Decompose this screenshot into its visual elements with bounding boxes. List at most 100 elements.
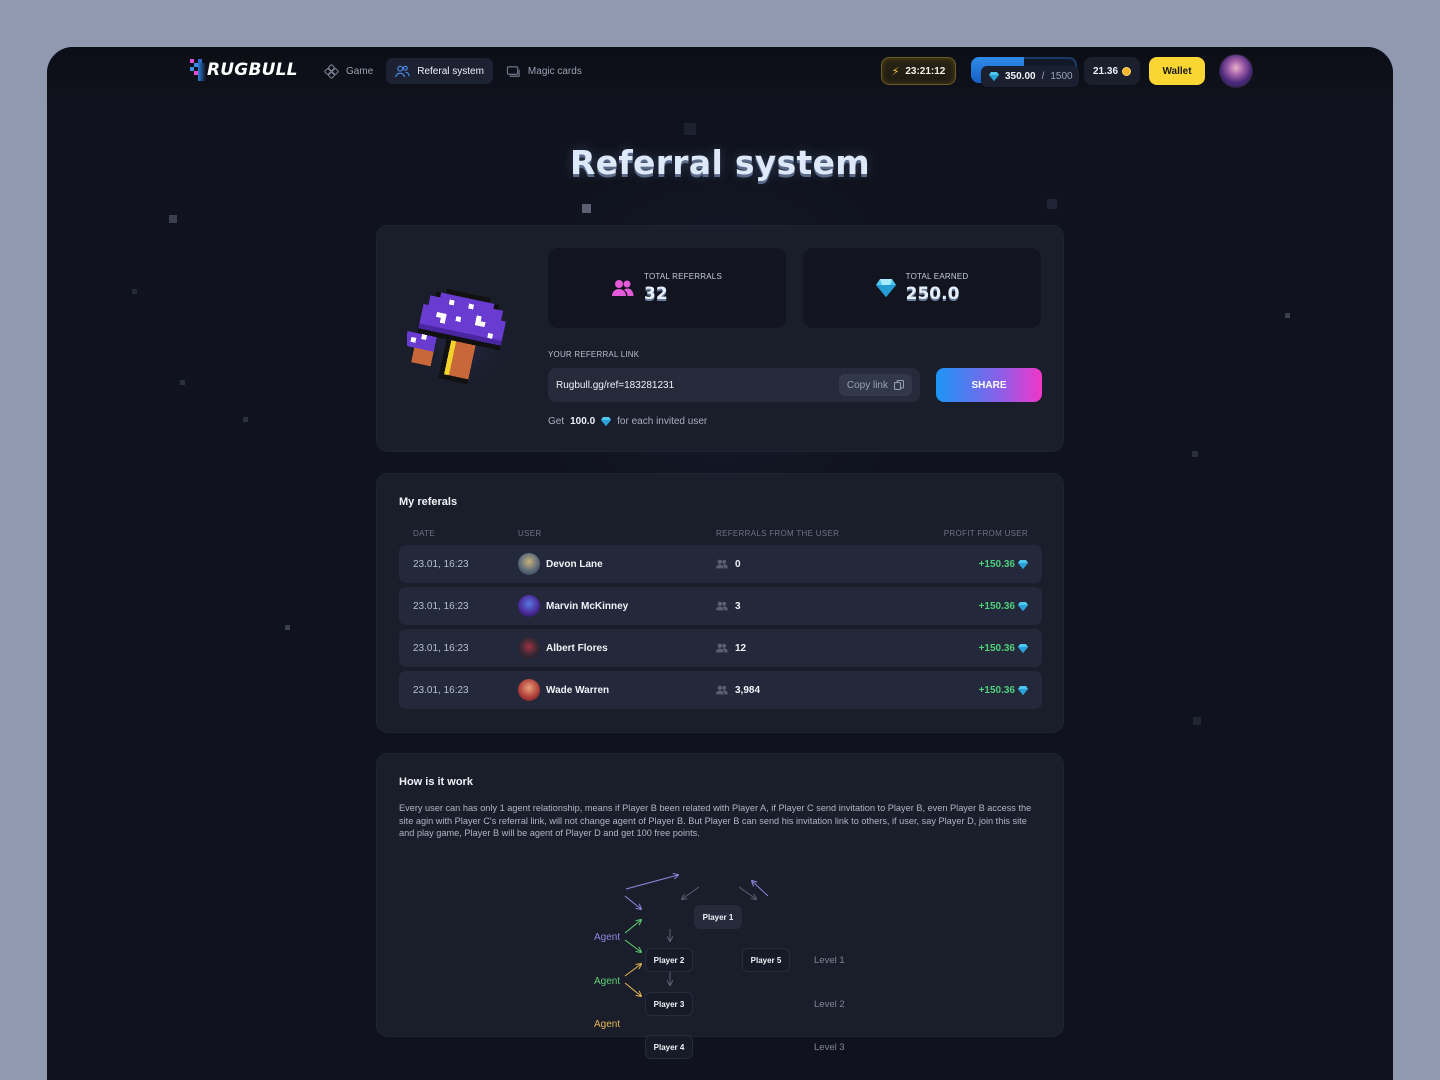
xp-progress: 350.00 / 1500: [971, 57, 1079, 87]
table-row[interactable]: 23.01, 16:23 Devon Lane 0 +150.36: [399, 545, 1042, 583]
total-referrals-stat: TOTAL REFERRALS 32: [548, 248, 786, 328]
wallet-button[interactable]: Wallet: [1149, 57, 1205, 85]
avatar: [518, 637, 540, 659]
mushroom-illustration: [407, 288, 517, 392]
row-user: Devon Lane: [518, 545, 603, 583]
reward-info: Get 100.0 for each invited user: [548, 416, 707, 427]
users-icon: [716, 559, 728, 569]
pixel-particle: [180, 380, 185, 385]
nav-item-game[interactable]: Game: [315, 58, 382, 84]
table-row[interactable]: 23.01, 16:23 Marvin McKinney 3 +150.36: [399, 587, 1042, 625]
pixel-particle: [582, 204, 591, 213]
copy-icon: [894, 380, 904, 390]
referral-link-label: YOUR REFERRAL LINK: [548, 350, 640, 359]
column-header-user: USER: [518, 529, 542, 538]
agent-arrow: [624, 939, 641, 952]
diagram-node-player-1: Player 1: [694, 905, 742, 929]
row-user: Albert Flores: [518, 629, 608, 667]
agent-arrow: [624, 895, 641, 909]
logo-pixel-icon: [190, 59, 206, 81]
rugbull-logo[interactable]: RUGBULL: [190, 59, 298, 81]
row-user-name: Marvin McKinney: [546, 600, 629, 612]
gem-icon: [1018, 601, 1028, 611]
nav-label: Referal system: [417, 65, 484, 77]
row-user: Marvin McKinney: [518, 587, 628, 625]
xp-current: 350.00: [1005, 71, 1036, 82]
level-label: Level 1: [814, 955, 845, 966]
coin-icon: [1122, 66, 1132, 76]
logo-text: RUGBULL: [207, 60, 298, 80]
link-arrow: [682, 886, 700, 899]
nav-item-magic-cards[interactable]: Magic cards: [497, 58, 591, 84]
agent-arrow: [624, 964, 641, 977]
referral-summary-card: TOTAL REFERRALS 32 TOTAL EARNED 250.0 YO…: [376, 225, 1064, 452]
users-icon: [716, 685, 728, 695]
agent-arrow: [624, 982, 641, 996]
users-icon: [716, 643, 728, 653]
total-earned-value: 250.0: [905, 284, 960, 304]
row-referrals: 12: [716, 629, 746, 667]
app-window: RUGBULL Game Referal system Magic cards …: [47, 47, 1393, 1080]
page-title: Referral system: [570, 143, 870, 182]
users-icon: [612, 280, 634, 296]
gem-icon: [1018, 643, 1028, 653]
reward-prefix: Get: [548, 416, 565, 427]
user-avatar[interactable]: [1219, 54, 1253, 88]
row-profit-value: +150.36: [978, 600, 1015, 612]
avatar: [518, 595, 540, 617]
copy-link-label: Copy link: [846, 379, 888, 391]
pixel-particle: [285, 625, 290, 630]
row-referrals-value: 3,984: [735, 684, 761, 696]
total-earned-stat: TOTAL EARNED 250.0: [803, 248, 1041, 328]
gem-icon: [1018, 685, 1028, 695]
pixel-particle: [1192, 451, 1198, 457]
lightning-icon: ⚡: [891, 65, 900, 78]
total-referrals-value: 32: [644, 284, 668, 304]
nav-item-referral-system[interactable]: Referal system: [386, 58, 493, 84]
nav-label: Magic cards: [527, 65, 582, 77]
avatar: [518, 679, 540, 701]
diagram-node-player-5: Player 5: [742, 948, 790, 972]
link-arrow: [738, 886, 756, 899]
agent-label: Agent: [594, 1019, 621, 1030]
row-profit-value: +150.36: [978, 558, 1015, 570]
link-arrow: [752, 881, 769, 897]
row-date: 23.01, 16:23: [413, 642, 469, 654]
gamepad-icon: [324, 63, 339, 79]
pixel-particle: [243, 417, 248, 422]
reward-suffix: for each invited user: [617, 416, 708, 427]
gem-icon: [1018, 559, 1028, 569]
agent-arrow: [624, 920, 641, 934]
column-header-profit: PROFIT FROM USER: [943, 529, 1028, 538]
table-row[interactable]: 23.01, 16:23 Wade Warren 3,984 +150.36: [399, 671, 1042, 709]
row-referrals-value: 0: [735, 558, 741, 570]
xp-label: 350.00 / 1500: [981, 66, 1079, 87]
row-profit-value: +150.36: [978, 684, 1015, 696]
table-row[interactable]: 23.01, 16:23 Albert Flores 12 +150.36: [399, 629, 1042, 667]
row-date: 23.01, 16:23: [413, 600, 469, 612]
column-header-date: DATE: [413, 529, 435, 538]
level-label: Level 3: [814, 1042, 845, 1053]
my-referrals-title: My referals: [399, 496, 458, 508]
copy-link-button[interactable]: Copy link: [838, 374, 912, 396]
row-profit-value: +150.36: [978, 642, 1015, 654]
share-button[interactable]: SHARE: [936, 368, 1042, 402]
row-date: 23.01, 16:23: [413, 684, 469, 696]
avatar: [518, 553, 540, 575]
diagram-node-player-2: Player 2: [645, 948, 693, 972]
referral-link-value[interactable]: Rugbull.gg/ref=183281231: [556, 380, 839, 391]
referral-link-field[interactable]: Rugbull.gg/ref=183281231 Copy link: [548, 368, 920, 402]
row-user-name: Wade Warren: [546, 684, 610, 696]
nav-label: Game: [346, 65, 374, 77]
gem-icon: [875, 279, 896, 297]
row-referrals: 0: [716, 545, 741, 583]
cards-icon: [506, 65, 520, 77]
gem-icon: [989, 72, 999, 81]
row-profit: +150.36: [979, 671, 1028, 709]
row-referrals-value: 3: [735, 600, 741, 612]
row-user-name: Albert Flores: [546, 642, 608, 654]
reward-amount: 100.0: [570, 416, 596, 427]
agent-arrow: [625, 875, 678, 890]
table-header: DATE USER REFERRALS FROM THE USER PROFIT…: [399, 529, 1042, 543]
xp-separator: /: [1041, 71, 1045, 82]
